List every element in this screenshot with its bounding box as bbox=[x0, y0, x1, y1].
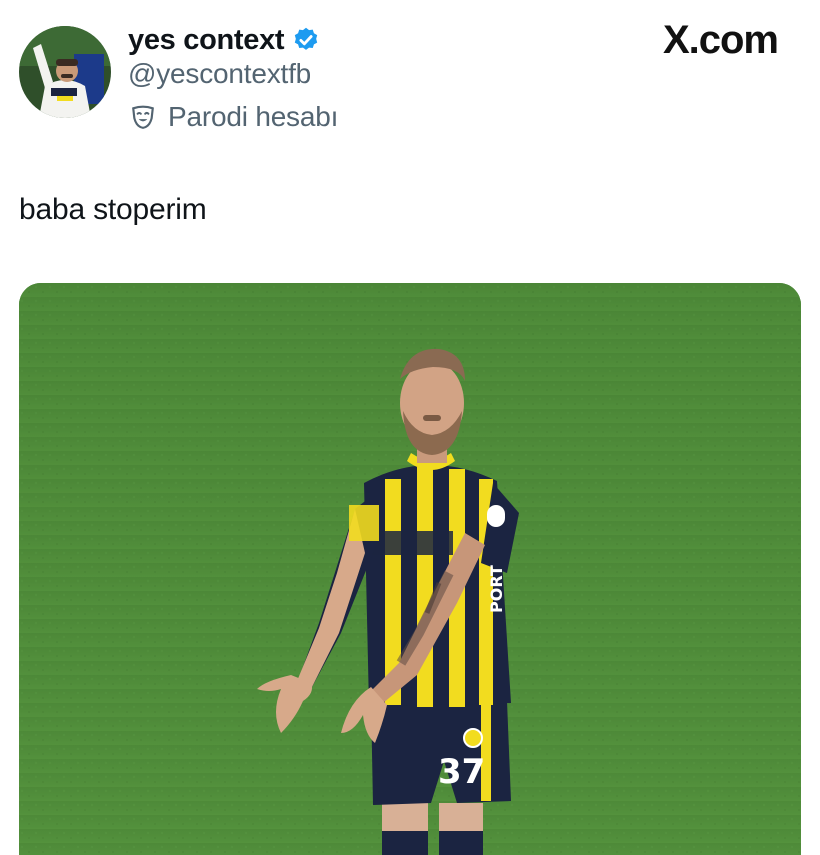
avatar[interactable] bbox=[19, 26, 111, 118]
author-name-row[interactable]: yes context bbox=[128, 22, 320, 58]
football-player-photo: 37 PORT bbox=[19, 283, 801, 855]
parody-mask-icon bbox=[132, 105, 154, 129]
tweet-text: baba stoperim bbox=[19, 193, 207, 226]
verified-badge-icon bbox=[295, 27, 318, 50]
parody-label-text: Parodi hesabı bbox=[168, 101, 339, 132]
display-name[interactable]: yes context bbox=[128, 24, 285, 57]
author-handle[interactable]: @yescontextfb bbox=[128, 58, 311, 90]
avatar-image bbox=[19, 26, 111, 118]
tweet-media-image[interactable]: 37 PORT bbox=[19, 283, 801, 855]
x-com-logo: X.com bbox=[662, 18, 779, 62]
parody-account-label: Parodi hesabı bbox=[130, 101, 338, 133]
sleeve-text: PORT bbox=[487, 565, 506, 613]
shorts-number: 37 bbox=[438, 752, 485, 792]
tweet-screenshot: yes context @yescontextfb Parodi hesabı … bbox=[0, 0, 820, 855]
